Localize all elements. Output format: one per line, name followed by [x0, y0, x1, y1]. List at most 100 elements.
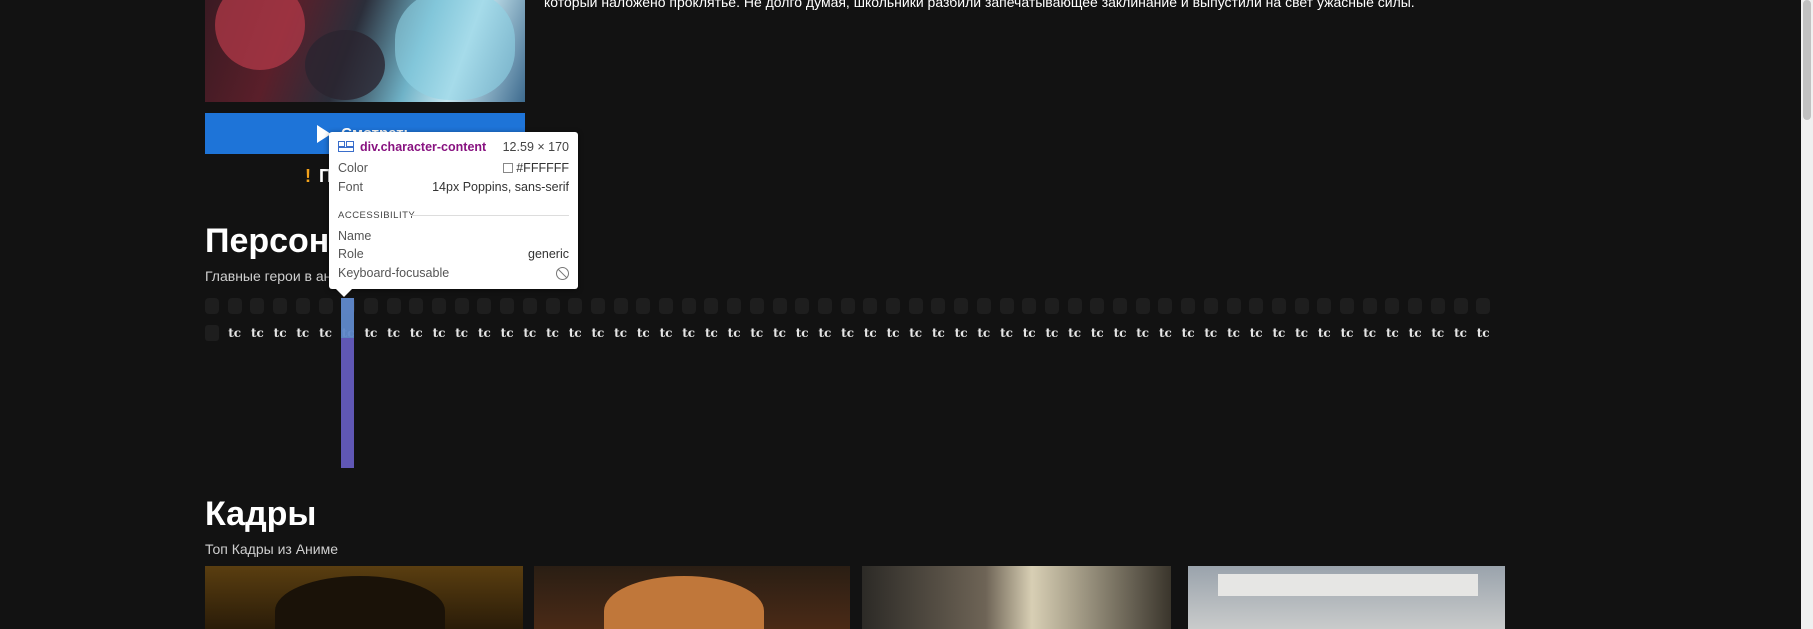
- character-name[interactable]: tc: [523, 325, 537, 341]
- character-image[interactable]: [1044, 298, 1059, 314]
- character-image[interactable]: [1317, 298, 1332, 314]
- page-scrollbar[interactable]: [1801, 0, 1813, 629]
- character-image[interactable]: [908, 298, 923, 314]
- character-image[interactable]: [227, 298, 242, 314]
- character-name[interactable]: tc: [727, 325, 741, 341]
- character-name[interactable]: tc: [909, 325, 923, 341]
- character-name[interactable]: tc: [228, 325, 242, 341]
- character-name[interactable]: tc: [1000, 325, 1014, 341]
- character-name[interactable]: tc: [750, 325, 764, 341]
- character-name[interactable]: tc: [455, 325, 469, 341]
- character-image[interactable]: [1249, 298, 1264, 314]
- character-image[interactable]: [1408, 298, 1423, 314]
- character-image[interactable]: [1294, 298, 1309, 314]
- character-image[interactable]: [772, 298, 787, 314]
- character-name[interactable]: tc: [250, 325, 264, 341]
- character-image[interactable]: [1453, 298, 1468, 314]
- character-name[interactable]: tc: [1136, 325, 1150, 341]
- character-image[interactable]: [1362, 298, 1377, 314]
- character-name[interactable]: tc: [1408, 325, 1422, 341]
- character-name[interactable]: tc: [1090, 325, 1104, 341]
- character-image[interactable]: [817, 298, 832, 314]
- character-image[interactable]: [840, 298, 855, 314]
- character-image[interactable]: [659, 298, 673, 314]
- character-image[interactable]: [931, 298, 946, 314]
- character-image[interactable]: [545, 298, 560, 314]
- character-image[interactable]: [1271, 298, 1286, 314]
- character-name[interactable]: tc: [296, 325, 310, 341]
- character-name[interactable]: tc: [636, 325, 650, 341]
- character-name[interactable]: tc: [682, 325, 696, 341]
- character-image[interactable]: [727, 298, 742, 314]
- character-image[interactable]: [454, 298, 469, 314]
- character-name[interactable]: tc: [1158, 325, 1172, 341]
- character-image[interactable]: [568, 298, 583, 314]
- character-image[interactable]: [250, 298, 265, 314]
- character-name[interactable]: tc: [863, 325, 877, 341]
- frame-image[interactable]: [862, 566, 1171, 629]
- character-image[interactable]: [1113, 298, 1127, 314]
- character-name[interactable]: tc: [477, 325, 491, 341]
- character-image[interactable]: [386, 298, 401, 314]
- character-name[interactable]: tc: [546, 325, 560, 341]
- character-name[interactable]: tc: [1113, 325, 1127, 341]
- character-image[interactable]: [999, 298, 1014, 314]
- frame-image[interactable]: [1188, 566, 1505, 629]
- character-name[interactable]: tc: [432, 325, 446, 341]
- character-name[interactable]: tc: [364, 325, 378, 341]
- character-image[interactable]: [1340, 298, 1354, 314]
- character-name[interactable]: tc: [1227, 325, 1241, 341]
- character-name[interactable]: tc: [1204, 325, 1218, 341]
- character-image[interactable]: [1090, 298, 1105, 314]
- scrollbar-thumb[interactable]: [1803, 0, 1811, 120]
- character-image[interactable]: [954, 298, 969, 314]
- character-image[interactable]: [500, 298, 515, 314]
- character-name[interactable]: tc: [614, 325, 628, 341]
- character-name[interactable]: tc: [1340, 325, 1354, 341]
- character-image[interactable]: [522, 298, 537, 314]
- character-image[interactable]: [1203, 298, 1218, 314]
- character-image[interactable]: [409, 298, 424, 314]
- character-name[interactable]: tc: [886, 325, 900, 341]
- character-name[interactable]: tc: [954, 325, 968, 341]
- character-name[interactable]: tc: [704, 325, 718, 341]
- character-name[interactable]: tc: [1454, 325, 1468, 341]
- character-image[interactable]: [886, 298, 900, 314]
- character-name[interactable]: tc: [1249, 325, 1263, 341]
- character-name[interactable]: tc: [1295, 325, 1309, 341]
- character-name[interactable]: tc: [387, 325, 401, 341]
- character-name[interactable]: tc: [273, 325, 287, 341]
- character-image[interactable]: [704, 298, 719, 314]
- character-image[interactable]: [363, 298, 378, 314]
- character-name[interactable]: tc: [1385, 325, 1399, 341]
- character-name[interactable]: tc: [591, 325, 605, 341]
- character-name[interactable]: tc: [319, 325, 333, 341]
- character-image[interactable]: [432, 298, 446, 314]
- character-image[interactable]: [1158, 298, 1173, 314]
- character-name[interactable]: tc: [773, 325, 787, 341]
- character-image[interactable]: [477, 298, 492, 314]
- character-image[interactable]: [613, 298, 628, 314]
- character-name[interactable]: tc: [1363, 325, 1377, 341]
- character-image[interactable]: [636, 298, 651, 314]
- character-image[interactable]: [1226, 298, 1241, 314]
- character-image[interactable]: [590, 298, 605, 314]
- character-image[interactable]: [795, 298, 810, 314]
- character-name[interactable]: tc: [931, 325, 945, 341]
- character-image[interactable]: [318, 298, 333, 314]
- character-image[interactable]: [1067, 298, 1082, 314]
- character-name[interactable]: tc: [818, 325, 832, 341]
- character-image[interactable]: [976, 298, 991, 314]
- character-image[interactable]: [863, 298, 878, 314]
- character-name[interactable]: tc: [1181, 325, 1195, 341]
- character-image[interactable]: [1181, 298, 1196, 314]
- character-name[interactable]: tc: [1431, 325, 1445, 341]
- frame-image[interactable]: [205, 566, 523, 629]
- character-name[interactable]: tc: [659, 325, 673, 341]
- character-name[interactable]: tc: [1045, 325, 1059, 341]
- character-image[interactable]: [273, 298, 288, 314]
- character-image[interactable]: [1430, 298, 1445, 314]
- character-name[interactable]: tc: [1068, 325, 1082, 341]
- character-name[interactable]: tc: [1476, 325, 1490, 341]
- character-name[interactable]: tc: [795, 325, 809, 341]
